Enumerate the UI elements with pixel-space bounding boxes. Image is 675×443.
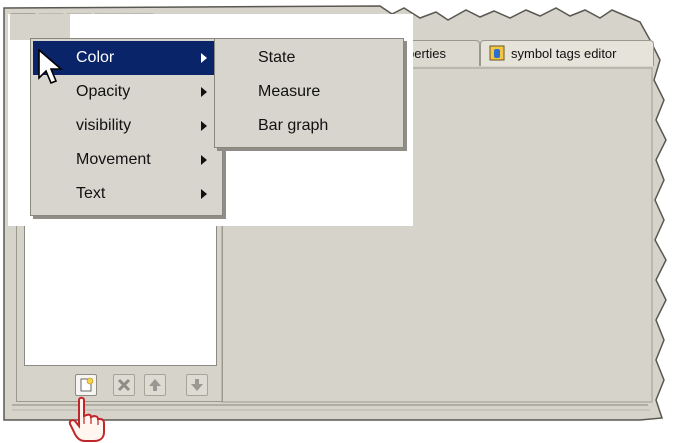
hand-pointer-icon bbox=[68, 396, 105, 442]
submenu-arrow-icon bbox=[201, 87, 207, 97]
delete-x-icon bbox=[117, 378, 131, 392]
menu-item-label: Color bbox=[76, 49, 115, 66]
submenu-item-bar-graph[interactable]: Bar graph bbox=[215, 109, 395, 143]
menu-item-label: Opacity bbox=[76, 83, 131, 100]
submenu-arrow-icon bbox=[201, 53, 207, 63]
delete-button[interactable] bbox=[113, 374, 135, 396]
move-up-button[interactable] bbox=[144, 374, 166, 396]
tab-label: symbol tags editor bbox=[511, 46, 617, 61]
menu-item-label: Movement bbox=[76, 151, 151, 168]
menu-item-movement[interactable]: Movement bbox=[33, 143, 214, 177]
move-down-button[interactable] bbox=[186, 374, 208, 396]
mouse-pointer-icon bbox=[38, 48, 63, 85]
menu-item-visibility[interactable]: visibility bbox=[33, 109, 214, 143]
menu-item-label: visibility bbox=[76, 117, 132, 134]
tab-symbol-tags-editor[interactable]: symbol tags editor bbox=[480, 40, 654, 66]
popup-backdrop-toolbar bbox=[10, 14, 70, 40]
arrow-down-icon bbox=[191, 379, 203, 391]
color-submenu: State Measure Bar graph bbox=[214, 38, 404, 148]
submenu-item-measure[interactable]: Measure bbox=[215, 75, 395, 109]
menu-item-label: Text bbox=[76, 185, 106, 202]
submenu-arrow-icon bbox=[201, 121, 207, 131]
submenu-item-state[interactable]: State bbox=[215, 41, 395, 75]
menu-item-text[interactable]: Text bbox=[33, 177, 214, 211]
tag-editor-icon bbox=[489, 44, 505, 61]
submenu-item-label: State bbox=[258, 49, 296, 66]
arrow-up-icon bbox=[149, 379, 161, 391]
submenu-arrow-icon bbox=[201, 189, 207, 199]
new-document-icon bbox=[80, 377, 94, 392]
submenu-item-label: Bar graph bbox=[258, 117, 329, 134]
submenu-arrow-icon bbox=[201, 155, 207, 165]
submenu-item-label: Measure bbox=[258, 83, 321, 100]
new-button[interactable] bbox=[75, 374, 97, 396]
